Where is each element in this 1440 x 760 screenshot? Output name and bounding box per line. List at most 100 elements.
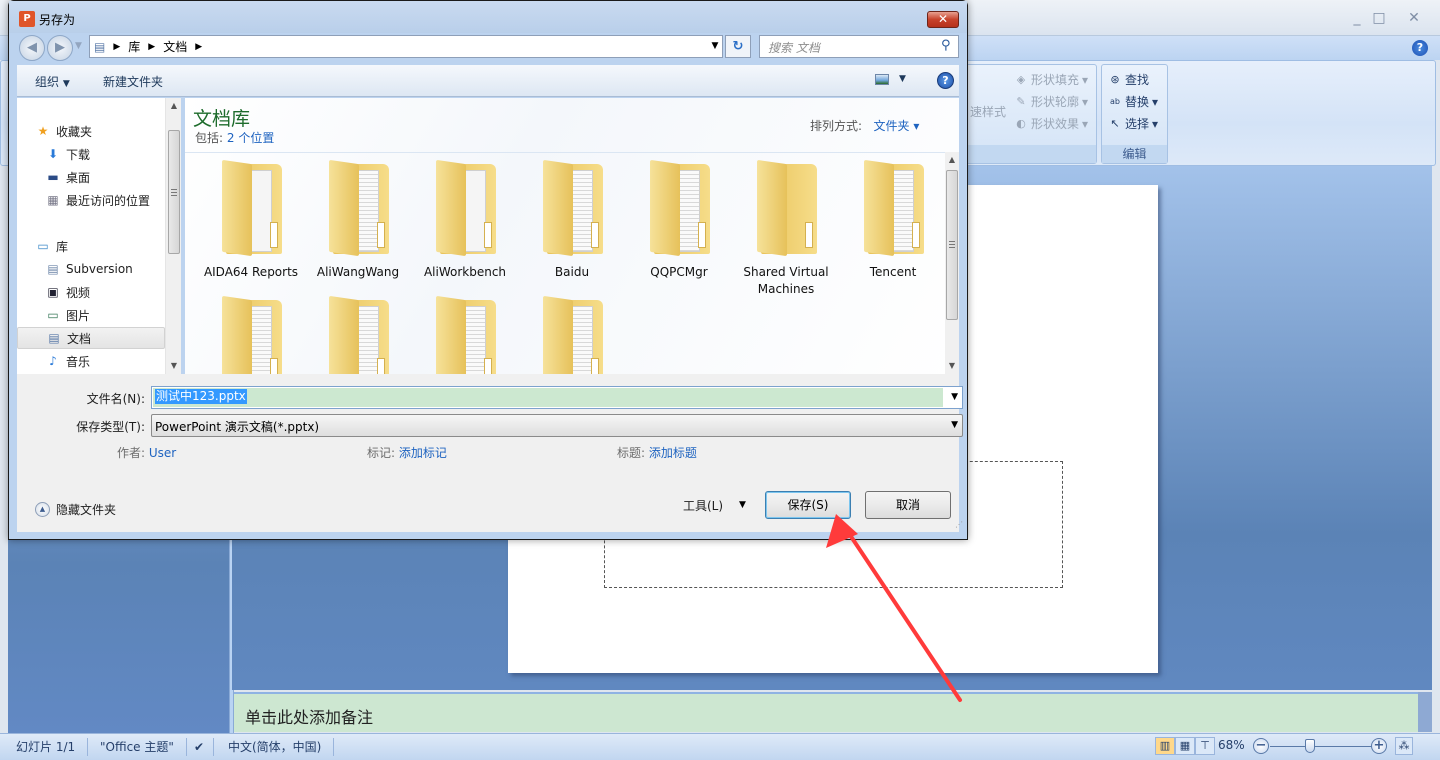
folder-icon (220, 159, 282, 258)
breadcrumb-separator-icon[interactable]: ▶ (195, 42, 202, 52)
subversion-library-icon: ▤ (47, 262, 59, 276)
maximize-button[interactable]: □ (1365, 8, 1393, 28)
find-label: 查找 (1125, 73, 1150, 87)
scroll-up-icon[interactable]: ▲ (945, 152, 959, 168)
cancel-button[interactable]: 取消 (865, 491, 951, 519)
fit-to-window-button[interactable]: ⁂ (1395, 737, 1413, 755)
search-icon[interactable]: ⚲ (941, 38, 951, 53)
organize-button[interactable]: 组织 ▼ (35, 73, 70, 90)
filetype-dropdown-icon[interactable]: ▼ (951, 420, 958, 430)
tools-button[interactable]: 工具(L) (683, 497, 723, 514)
breadcrumb-separator-icon[interactable]: ▶ (148, 42, 155, 52)
address-bar[interactable]: ▤ ▶ 库 ▶ 文档 ▶ (89, 35, 723, 58)
shape-effects-button[interactable]: ◐ 形状效果 ▾ (1014, 115, 1088, 132)
language-indicator[interactable]: 中文(简体，中国) (216, 738, 335, 756)
nav-scroll-thumb[interactable] (168, 130, 180, 254)
search-input[interactable]: 搜索 文档 (759, 35, 959, 58)
nav-libraries[interactable]: ▭ 库 (35, 235, 183, 257)
filename-field-background (153, 388, 943, 407)
shape-fill-label: 形状填充 (1031, 73, 1080, 87)
arrange-by-dropdown[interactable]: 文件夹 ▾ (874, 119, 920, 133)
folder-item[interactable]: QQPCMgr (626, 159, 732, 281)
replace-button[interactable]: ab 替换 ▾ (1108, 93, 1158, 110)
save-button[interactable]: 保存(S) (765, 491, 851, 519)
folder-name: Tencent (869, 265, 917, 279)
tools-dropdown-icon[interactable]: ▼ (739, 500, 746, 510)
slide-sorter-view-button[interactable]: ▦ (1175, 737, 1195, 755)
scroll-down-icon[interactable]: ▼ (945, 358, 959, 374)
quick-styles-button[interactable]: 速样式 (970, 103, 1006, 120)
dialog-close-button[interactable]: ✕ (927, 11, 959, 28)
spell-check-icon[interactable]: ✔ (190, 738, 214, 756)
file-view-scrollbar[interactable]: ▲ ▼ (945, 152, 959, 374)
zoom-in-button[interactable]: + (1371, 738, 1387, 754)
library-title: 文档库 (193, 108, 251, 130)
grip-icon (171, 189, 177, 196)
folder-item[interactable]: Tencent (840, 159, 945, 281)
change-view-icon[interactable] (875, 74, 889, 85)
recent-pages-dropdown[interactable]: ▼ (75, 41, 82, 51)
breadcrumb-libraries[interactable]: 库 (128, 38, 140, 55)
shape-fill-button[interactable]: ◈ 形状填充 ▾ (1014, 71, 1088, 88)
folder-icon (541, 295, 603, 374)
forward-button[interactable]: ▶ (47, 35, 73, 61)
help-icon[interactable]: ? (937, 72, 954, 89)
folder-item[interactable]: Shared Virtual Machines (733, 159, 839, 298)
video-icon: ▣ (47, 285, 59, 299)
resize-grip-icon[interactable]: ⋰ (955, 520, 963, 529)
zoom-slider-track[interactable] (1270, 746, 1374, 747)
recent-places-icon: ▦ (47, 193, 59, 207)
filename-input[interactable]: 测试中123.pptx ▼ (151, 386, 963, 409)
breadcrumb-separator-icon[interactable]: ▶ (113, 42, 120, 52)
notes-scrollbar[interactable] (1418, 692, 1432, 732)
help-icon[interactable]: ? (1412, 40, 1428, 56)
scroll-up-icon[interactable]: ▲ (166, 98, 182, 114)
includes-locations-link[interactable]: 2 个位置 (227, 131, 274, 145)
new-folder-button[interactable]: 新建文件夹 (103, 73, 163, 90)
nav-scrollbar[interactable]: ▲ ▼ (165, 98, 181, 374)
save-options: 文件名(N): 测试中123.pptx ▼ 保存类型(T): PowerPoin… (17, 374, 963, 532)
shape-effects-label: 形状效果 (1031, 117, 1080, 131)
replace-icon: ab (1110, 96, 1120, 106)
nav-documents[interactable]: ▤ 文档 (17, 327, 165, 349)
notes-pane[interactable]: 单击此处添加备注 (234, 692, 1418, 732)
back-button[interactable]: ◀ (19, 35, 45, 61)
zoom-slider-thumb[interactable] (1304, 739, 1315, 753)
filetype-select[interactable]: PowerPoint 演示文稿(*.pptx) ▼ (151, 414, 963, 437)
hide-folders-button[interactable]: ▲ 隐藏文件夹 (35, 501, 116, 518)
zoom-out-button[interactable]: − (1253, 738, 1269, 754)
shape-outline-button[interactable]: ✎ 形状轮廓 ▾ (1014, 93, 1088, 110)
folder-item[interactable] (412, 295, 518, 374)
close-button[interactable]: ✕ (1400, 8, 1428, 28)
filename-dropdown-icon[interactable]: ▼ (951, 392, 958, 402)
filename-value[interactable]: 测试中123.pptx (155, 389, 247, 404)
find-button[interactable]: ⊛ 查找 (1108, 71, 1149, 88)
editing-group-label: 编辑 (1102, 145, 1167, 163)
slideshow-view-button[interactable]: ⊤ (1195, 737, 1215, 755)
normal-view-button[interactable]: ▥ (1155, 737, 1175, 755)
folder-icon (755, 159, 817, 258)
refresh-button[interactable]: ↻ (725, 35, 751, 58)
dialog-titlebar[interactable]: P 另存为 ✕ (9, 1, 967, 33)
breadcrumb-documents[interactable]: 文档 (163, 38, 187, 55)
zoom-percent[interactable]: 68% (1218, 738, 1245, 752)
tags-value[interactable]: 添加标记 (399, 446, 447, 460)
folder-item[interactable] (305, 295, 411, 374)
scroll-down-icon[interactable]: ▼ (166, 358, 182, 374)
folder-item[interactable] (198, 295, 304, 374)
pictures-icon: ▭ (47, 308, 59, 322)
folder-item[interactable]: AIDA64 Reports (198, 159, 304, 281)
nav-favorites[interactable]: ★ 收藏夹 (35, 120, 183, 142)
title-value[interactable]: 添加标题 (649, 446, 697, 460)
hide-folders-label: 隐藏文件夹 (56, 503, 117, 517)
address-dropdown-icon[interactable]: ▼ (707, 35, 723, 58)
file-view-scroll-thumb[interactable] (946, 170, 958, 320)
view-dropdown-icon[interactable]: ▼ (899, 74, 906, 84)
folder-item[interactable]: AliWorkbench (412, 159, 518, 281)
author-value[interactable]: User (149, 446, 176, 460)
folder-item[interactable] (519, 295, 625, 374)
select-button[interactable]: ↖ 选择 ▾ (1108, 115, 1158, 132)
folder-item[interactable]: AliWangWang (305, 159, 411, 281)
nav-desktop-label: 桌面 (66, 170, 91, 185)
folder-item[interactable]: Baidu (519, 159, 625, 281)
